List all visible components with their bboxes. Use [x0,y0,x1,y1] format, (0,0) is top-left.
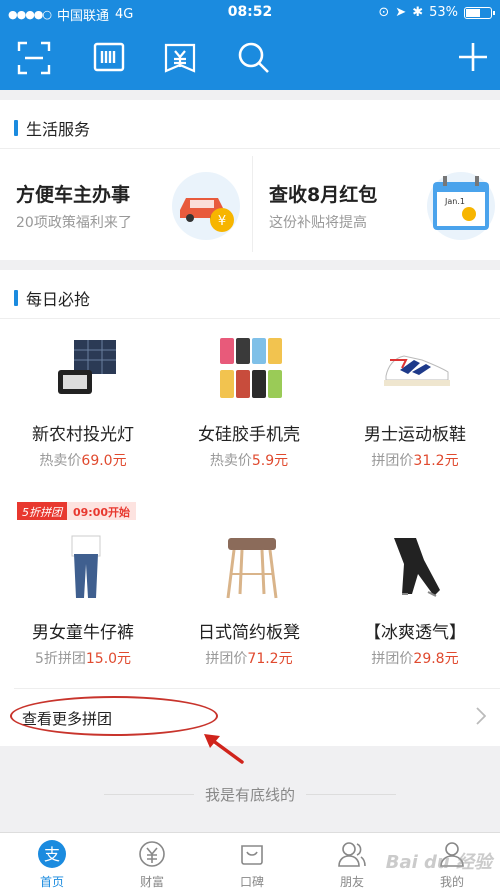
life-service-title: 生活服务 [26,120,91,139]
tab-wealth[interactable]: 财富 [102,837,202,890]
daily-title: 每日必抢 [26,290,91,309]
product-price: 拼团价31.2元 [332,450,498,470]
divider [14,688,500,689]
chevron-right-icon[interactable] [476,707,487,730]
alipay-icon: 支 [35,837,69,871]
product-price: 拼团价71.2元 [166,648,332,668]
svg-text:Jan.1: Jan.1 [444,197,465,206]
price-value: 69.0元 [81,453,127,469]
rotation-lock-icon: ⊙ [378,5,390,20]
card-icon[interactable] [162,40,202,80]
price-label: 5折拼团 [34,651,86,667]
tab-home[interactable]: 支 首页 [2,837,102,890]
product-card[interactable]: 新农村投光灯 热卖价69.0元 [0,330,166,476]
car-icon: ¥ [170,170,242,246]
battery-icon [464,6,495,19]
product-card[interactable]: 女硅胶手机壳 热卖价5.9元 [166,330,332,476]
price-label: 拼团价 [371,651,414,667]
pay-code-icon[interactable] [92,40,132,80]
tab-label: 财富 [139,875,164,889]
life-item-redpacket[interactable]: 查收8月红包 这份补贴将提高 Jan.1 [253,150,500,256]
add-icon[interactable] [456,40,496,80]
product-name: 男士运动板鞋 [364,425,466,445]
product-price: 热卖价5.9元 [166,450,332,470]
watermark: Bai du 经验 [385,852,492,873]
group-buy-badge: 5折拼团 09:00开始 [17,502,137,520]
stool-image [224,534,280,604]
section-bar [14,120,18,136]
svg-text:支: 支 [44,845,60,864]
price-label: 拼团价 [371,453,414,469]
price-value: 71.2元 [247,651,293,667]
product-name: 男女童牛仔裤 [32,623,134,643]
product-name: 新农村投光灯 [32,425,134,445]
tab-label: 口碑 [239,875,264,889]
price-label: 热卖价 [39,453,82,469]
product-card[interactable]: 男女童牛仔裤 5折拼团15.0元 [0,528,166,674]
life-service-header: 生活服务 [14,116,90,140]
product-card[interactable]: 【冰爽透气】 拼团价29.8元 [332,528,498,674]
flood-light-image [54,338,120,402]
battery-percent: 53% [429,5,458,20]
svg-text:¥: ¥ [218,214,226,229]
life-item-title: 方便车主办事 [16,184,131,206]
life-service-card: 生活服务 方便车主办事 20项政策福利来了 ¥ 查收8月红包 这份补贴将提高 J… [0,100,500,260]
annotation-ellipse [10,696,218,736]
daily-header: 每日必抢 [14,286,90,310]
life-item-subtitle: 20项政策福利来了 [16,215,132,231]
price-label: 拼团价 [205,651,248,667]
divider [104,794,194,795]
end-of-list-text: 我是有底线的 [204,786,295,804]
scan-icon[interactable] [16,40,56,80]
price-value: 15.0元 [85,651,132,667]
price-value: 29.8元 [413,651,459,667]
product-card[interactable]: 男士运动板鞋 拼团价31.2元 [332,330,498,476]
search-icon[interactable] [236,40,276,80]
price-value: 5.9元 [251,453,289,469]
annotation-arrow [198,728,248,768]
status-bar: ●●●●○ 中国联通 4G 08:52 ⊙ ➤ ✱ 53% [0,0,500,26]
friends-icon [335,837,369,871]
yen-icon [135,837,169,871]
life-item-subtitle: 这份补贴将提高 [269,215,367,231]
product-name: 女硅胶手机壳 [198,425,300,445]
tab-koubei[interactable]: 口碑 [202,837,302,890]
product-card[interactable]: 日式简约板凳 拼团价71.2元 [166,528,332,674]
divider [0,318,500,319]
calendar-icon: Jan.1 [425,168,497,244]
life-item-title: 查收8月红包 [269,184,378,206]
section-bar [14,290,18,306]
tab-label: 我的 [439,875,464,889]
jeans-image [66,534,106,604]
top-bar: ●●●●○ 中国联通 4G 08:52 ⊙ ➤ ✱ 53% [0,0,500,90]
price-label: 热卖价 [209,453,252,469]
product-name: 日式简约板凳 [198,623,300,643]
phone-case-image [218,336,284,406]
product-price: 热卖价69.0元 [0,450,166,470]
product-price: 拼团价29.8元 [332,648,498,668]
tab-label: 朋友 [339,875,364,889]
location-icon: ➤ [395,5,407,20]
sneaker-image [382,346,452,394]
product-price: 5折拼团15.0元 [0,648,166,668]
price-value: 31.2元 [413,453,459,469]
badge-time: 09:00开始 [67,502,137,520]
badge-label: 5折拼团 [17,502,67,520]
end-of-list: 我是有底线的 [0,784,500,805]
divider [306,794,396,795]
pants-image [388,534,444,604]
tab-label: 首页 [39,875,64,889]
divider [0,148,500,149]
life-item-car[interactable]: 方便车主办事 20项政策福利来了 ¥ [0,150,252,256]
smile-bag-icon [235,837,269,871]
bluetooth-icon: ✱ [412,5,424,20]
product-name: 【冰爽透气】 [364,623,466,643]
